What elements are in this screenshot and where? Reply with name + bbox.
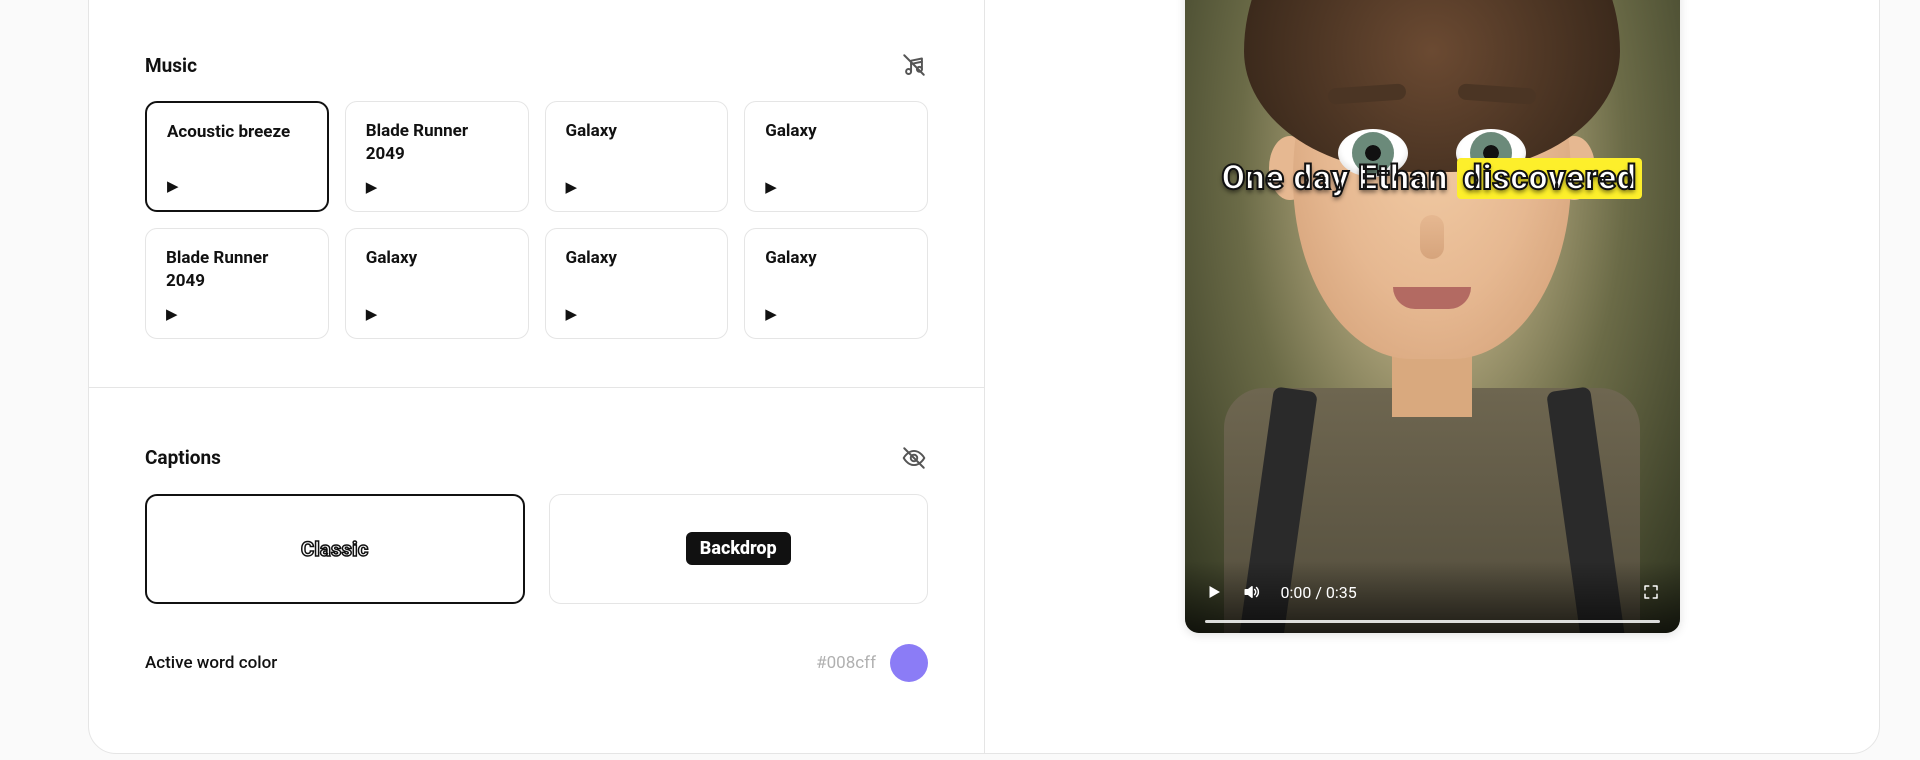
video-controls: 0:00 / 0:35 xyxy=(1185,561,1680,633)
music-section: Music Acoustic breeze ▶ Blade Runner 2049 ▶… xyxy=(89,0,984,387)
music-grid: Acoustic breeze▶Blade Runner 2049▶Galaxy… xyxy=(145,101,928,339)
caption-style-classic-label: Classic xyxy=(301,537,369,561)
volume-button[interactable] xyxy=(1243,583,1261,601)
music-mute-icon[interactable] xyxy=(900,51,928,79)
fullscreen-button[interactable] xyxy=(1642,583,1660,601)
captions-title: Captions xyxy=(145,446,221,469)
music-track-card[interactable]: Acoustic breeze ▶ xyxy=(145,101,329,212)
play-icon[interactable]: ▶ xyxy=(167,179,307,194)
music-track-title: Blade Runner 2049 xyxy=(166,247,308,293)
music-track-title: Galaxy xyxy=(366,247,508,270)
active-word-color-row: Active word color #008cff xyxy=(145,644,928,682)
music-header: Music xyxy=(145,51,928,79)
play-icon[interactable]: ▶ xyxy=(765,180,907,195)
music-track-title: Acoustic breeze xyxy=(167,121,307,144)
play-icon[interactable]: ▶ xyxy=(566,307,708,322)
music-track-card[interactable]: Galaxy ▶ xyxy=(345,228,529,339)
active-word-color-swatch[interactable] xyxy=(890,644,928,682)
caption-style-classic[interactable]: Classic xyxy=(145,494,525,604)
music-track-title: Galaxy xyxy=(765,247,907,270)
music-track-title: Galaxy xyxy=(765,120,907,143)
play-icon[interactable]: ▶ xyxy=(366,307,508,322)
editor-window: Music Acoustic breeze ▶ Blade Runner 2049 ▶… xyxy=(88,0,1880,754)
active-word-color-hex: #008cff xyxy=(816,653,876,673)
play-icon[interactable]: ▶ xyxy=(366,180,508,195)
music-track-title: Galaxy xyxy=(566,120,708,143)
active-word-color-label: Active word color xyxy=(145,653,277,673)
music-track-card[interactable]: Galaxy ▶ xyxy=(744,228,928,339)
caption-style-grid: Classic Backdrop xyxy=(145,494,928,604)
play-icon[interactable]: ▶ xyxy=(566,180,708,195)
captions-section: Captions Classic Backdrop A xyxy=(89,387,984,730)
preview-subtitle: One day Ethan discovered xyxy=(1185,158,1680,198)
play-button[interactable] xyxy=(1205,583,1223,601)
video-preview[interactable]: One day Ethan discovered 0:00 / 0:35 xyxy=(1185,0,1680,633)
caption-style-backdrop-label: Backdrop xyxy=(686,532,791,565)
preview-illustration xyxy=(1185,0,1680,633)
music-track-title: Blade Runner 2049 xyxy=(366,120,508,166)
play-icon[interactable]: ▶ xyxy=(765,307,907,322)
video-time: 0:00 / 0:35 xyxy=(1281,583,1357,602)
preview-pane: One day Ethan discovered 0:00 / 0:35 xyxy=(985,0,1879,753)
music-track-card[interactable]: Blade Runner 2049 ▶ xyxy=(145,228,329,339)
subtitle-text: One day Ethan xyxy=(1222,158,1448,198)
music-track-title: Galaxy xyxy=(566,247,708,270)
captions-header: Captions xyxy=(145,444,928,472)
subtitle-highlighted-word: discovered xyxy=(1457,158,1643,199)
settings-pane: Music Acoustic breeze ▶ Blade Runner 2049 ▶… xyxy=(89,0,985,753)
video-progress[interactable] xyxy=(1205,620,1660,623)
music-title: Music xyxy=(145,54,197,77)
music-track-card[interactable]: Blade Runner 2049 ▶ xyxy=(345,101,529,212)
music-track-card[interactable]: Galaxy ▶ xyxy=(545,228,729,339)
caption-style-backdrop[interactable]: Backdrop xyxy=(549,494,929,604)
play-icon[interactable]: ▶ xyxy=(166,307,308,322)
music-track-card[interactable]: Galaxy ▶ xyxy=(545,101,729,212)
music-track-card[interactable]: Galaxy ▶ xyxy=(744,101,928,212)
captions-visibility-icon[interactable] xyxy=(900,444,928,472)
